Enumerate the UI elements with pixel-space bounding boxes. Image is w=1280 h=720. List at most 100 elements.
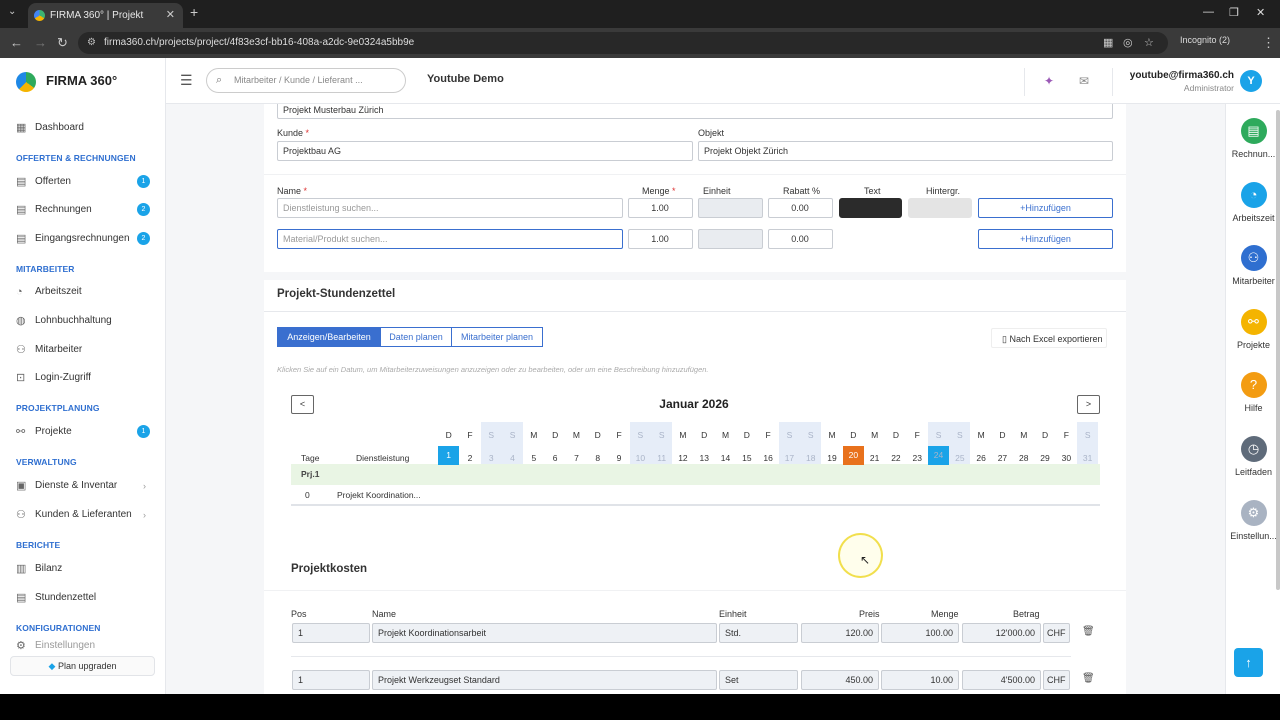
cost-price[interactable]: 450.00 — [801, 670, 879, 690]
material-search-input[interactable]: Material/Produkt suchen... — [277, 229, 623, 249]
calendar-day[interactable]: 19 — [821, 453, 842, 463]
calendar-day[interactable]: 28 — [1013, 453, 1034, 463]
background-color-picker[interactable] — [908, 198, 972, 218]
cost-quantity[interactable]: 100.00 — [881, 623, 959, 643]
service-discount-input[interactable]: 0.00 — [768, 198, 833, 218]
task-row[interactable]: 0 Projekt Koordination... — [291, 485, 1100, 506]
trash-icon[interactable]: 🗑 — [1082, 673, 1095, 684]
minimize-icon[interactable]: — — [1203, 6, 1214, 18]
kunde-field[interactable]: Projektbau AG — [277, 141, 693, 161]
tab-mitarbeiter-planen[interactable]: Mitarbeiter planen — [451, 327, 543, 347]
rail-hilfe[interactable]: ? Hilfe — [1226, 372, 1280, 413]
scrollbar[interactable] — [1276, 110, 1280, 590]
sidebar-item-bilanz[interactable]: ▥ Bilanz — [16, 559, 156, 579]
sidebar-item-arbeitszeit[interactable]: ◔ Arbeitszeit — [16, 282, 156, 302]
app-logo[interactable]: FIRMA 360° — [16, 70, 117, 92]
browser-tab[interactable]: FIRMA 360° | Projekt ✕ — [28, 3, 183, 28]
sidebar-item-lohnbuchhaltung[interactable]: ◍ Lohnbuchhaltung — [16, 311, 156, 331]
bookmark-star-icon[interactable]: ☆ — [1144, 32, 1154, 54]
cost-currency[interactable]: CHF — [1043, 623, 1070, 643]
cost-amount[interactable]: 12'000.00 — [962, 623, 1041, 643]
calendar-day[interactable]: 5 — [523, 453, 544, 463]
sidebar-item-eingangsrechnungen[interactable]: ▤ Eingangsrechnungen 2 — [16, 229, 156, 249]
new-tab-icon[interactable]: + — [190, 4, 198, 20]
calendar-day[interactable]: 30 — [1056, 453, 1077, 463]
objekt-field[interactable]: Projekt Objekt Zürich — [698, 141, 1113, 161]
theme-icon[interactable]: ✦ — [1044, 74, 1054, 88]
calendar-day[interactable]: 9 — [608, 453, 629, 463]
calendar-day[interactable]: 8 — [587, 453, 608, 463]
calendar-day[interactable]: 29 — [1034, 453, 1055, 463]
calendar-day[interactable]: 11 — [651, 453, 672, 463]
calendar-day[interactable]: 12 — [672, 453, 693, 463]
close-tab-icon[interactable]: ✕ — [166, 3, 175, 28]
translate-icon[interactable]: ▦ — [1103, 32, 1113, 54]
calendar-day[interactable]: 15 — [736, 453, 757, 463]
site-info-icon[interactable]: ⚙ — [87, 32, 96, 54]
sidebar-item-stundenzettel[interactable]: ▤ Stundenzettel — [16, 588, 156, 608]
sidebar-item-kunden[interactable]: ⚇ Kunden & Lieferanten › — [16, 505, 156, 525]
address-bar[interactable]: ⚙ firma360.ch/projects/project/4f83e3cf-… — [78, 32, 1168, 54]
sidebar-item-dashboard[interactable]: ▦ Dashboard — [16, 118, 156, 138]
material-discount-input[interactable]: 0.00 — [768, 229, 833, 249]
cost-unit[interactable]: Set — [719, 670, 798, 690]
calendar-day[interactable]: 21 — [864, 453, 885, 463]
cost-currency[interactable]: CHF — [1043, 670, 1070, 690]
sidebar-item-offerten[interactable]: ▤ Offerten 1 — [16, 172, 156, 192]
sidebar-item-rechnungen[interactable]: ▤ Rechnungen 2 — [16, 200, 156, 220]
text-color-picker[interactable] — [839, 198, 902, 218]
export-excel-button[interactable]: ▯ Nach Excel exportieren — [991, 328, 1107, 348]
calendar-day[interactable]: 27 — [992, 453, 1013, 463]
calendar-day[interactable]: 20 — [842, 446, 864, 465]
rail-rechnungen[interactable]: ▤ Rechnun... — [1226, 118, 1280, 159]
hamburger-menu-icon[interactable]: ☰ — [180, 72, 193, 89]
rail-arbeitszeit[interactable]: ◔ Arbeitszeit — [1226, 182, 1280, 223]
material-unit-field[interactable] — [698, 229, 763, 249]
rail-mitarbeiter[interactable]: ⚇ Mitarbeiter — [1226, 245, 1280, 286]
service-unit-field[interactable] — [698, 198, 763, 218]
cost-name[interactable]: Projekt Werkzeugset Standard — [372, 670, 717, 690]
forward-icon[interactable]: → — [34, 35, 47, 51]
incognito-indicator[interactable]: Incognito (2) — [1180, 35, 1230, 45]
service-quantity-input[interactable]: 1.00 — [628, 198, 693, 218]
calendar-day[interactable]: 3 — [481, 453, 502, 463]
calendar-day[interactable]: 23 — [907, 453, 928, 463]
upgrade-plan-button[interactable]: ◆ Plan upgraden — [10, 656, 155, 676]
user-email[interactable]: youtube@firma360.ch — [1130, 70, 1234, 81]
rail-projekte[interactable]: ⚯ Projekte — [1226, 309, 1280, 350]
sidebar-item-dienste[interactable]: ▣ Dienste & Inventar › — [16, 476, 156, 496]
rail-leitfaden[interactable]: ◷ Leitfaden — [1226, 436, 1280, 477]
calendar-day[interactable]: 25 — [949, 453, 970, 463]
calendar-day[interactable]: 14 — [715, 453, 736, 463]
sidebar-item-login-zugriff[interactable]: ⊡ Login-Zugriff — [16, 368, 156, 388]
cost-pos[interactable]: 1 — [292, 623, 370, 643]
global-search-input[interactable]: ⌕ Mitarbeiter / Kunde / Lieferant ... — [206, 68, 406, 93]
cost-price[interactable]: 120.00 — [801, 623, 879, 643]
calendar-day[interactable]: 24 — [927, 446, 950, 465]
scroll-to-top-button[interactable]: ↑ — [1234, 648, 1263, 677]
sidebar-item-mitarbeiter[interactable]: ⚇ Mitarbeiter — [16, 340, 156, 360]
calendar-day[interactable]: 31 — [1077, 453, 1098, 463]
tab-daten-planen[interactable]: Daten planen — [380, 327, 452, 347]
calendar-day[interactable]: 13 — [694, 453, 715, 463]
material-quantity-input[interactable]: 1.00 — [628, 229, 693, 249]
next-month-button[interactable]: > — [1077, 395, 1100, 414]
calendar-day[interactable]: 22 — [885, 453, 906, 463]
add-material-button[interactable]: +Hinzufügen — [978, 229, 1113, 249]
restore-icon[interactable]: ❐ — [1229, 6, 1239, 19]
project-name-field[interactable]: Projekt Musterbau Zürich — [277, 104, 1113, 119]
close-window-icon[interactable]: ✕ — [1256, 6, 1265, 19]
rail-einstellungen[interactable]: ⚙ Einstellun... — [1226, 500, 1280, 541]
cost-quantity[interactable]: 10.00 — [881, 670, 959, 690]
cost-unit[interactable]: Std. — [719, 623, 798, 643]
calendar-day[interactable]: 17 — [779, 453, 800, 463]
prev-month-button[interactable]: < — [291, 395, 314, 414]
calendar-day[interactable]: 6 — [545, 453, 566, 463]
calendar-day[interactable]: 26 — [971, 453, 992, 463]
sidebar-item-einstellungen[interactable]: ⚙ Einstellungen — [16, 640, 156, 652]
add-service-button[interactable]: +Hinzufügen — [978, 198, 1113, 218]
reload-icon[interactable]: ↻ — [57, 35, 68, 51]
tab-list-icon[interactable]: ⌄ — [8, 6, 16, 17]
cost-name[interactable]: Projekt Koordinationsarbeit — [372, 623, 717, 643]
back-icon[interactable]: ← — [10, 35, 23, 51]
